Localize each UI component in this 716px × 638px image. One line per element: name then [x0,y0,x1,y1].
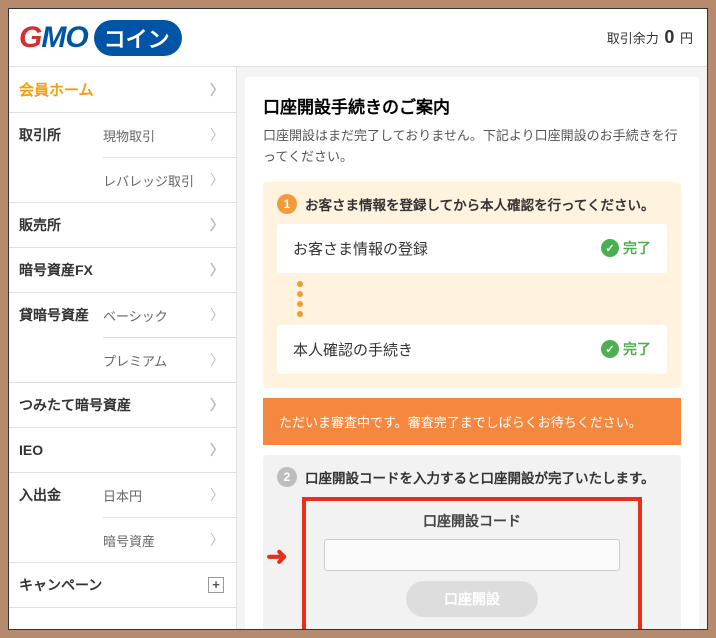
substep-label: 本人確認の手続き [293,339,413,360]
substep-label: お客さま情報の登録 [293,238,428,259]
sidebar: 会員ホーム 〉 取引所 現物取引 〉 レバレッジ取引 〉 [9,67,237,629]
sidebar-item-sales[interactable]: 販売所 〉 [9,203,236,248]
open-account-button[interactable]: 口座開設 [406,581,538,617]
sidebar-item-exchange[interactable]: 取引所 [9,113,103,202]
sidebar-sub-spot[interactable]: 現物取引 〉 [103,113,236,158]
sidebar-item-campaign[interactable]: キャンペーン + [9,563,236,608]
code-entry-highlight: ➜ 口座開設コード 口座開設 [302,497,642,629]
sidebar-item-label: 取引所 [19,125,61,145]
status-text: 完了 [623,238,651,258]
step-2-header: 2 口座開設コードを入力すると口座開設が完了いたします。 [277,467,667,487]
step-number-badge: 2 [277,467,297,487]
step-connector-dots-icon [277,273,667,325]
balance-unit: 円 [680,31,693,46]
sidebar-item-tsumitate[interactable]: つみたて暗号資産 〉 [9,383,236,428]
chevron-right-icon: 〉 [210,215,224,235]
account-code-input[interactable] [324,539,620,571]
status-text: 完了 [623,339,651,359]
chevron-right-icon: 〉 [210,440,224,460]
review-notice: ただいま審査中です。審査完了までしばらくお待ちください。 [263,398,681,445]
sidebar-item-lend[interactable]: 貸暗号資産 [9,293,103,382]
chevron-right-icon: 〉 [210,125,224,145]
sidebar-item-deposit[interactable]: 入出金 [9,473,103,562]
sidebar-sub-label: ベーシック [103,306,168,325]
substep-customer-info[interactable]: お客さま情報の登録 ✓ 完了 [277,224,667,273]
sidebar-item-home[interactable]: 会員ホーム 〉 [9,67,236,113]
panel-title: 口座開設手続きのご案内 [263,93,681,118]
chevron-right-icon: 〉 [210,80,224,100]
sidebar-group-exchange: 取引所 現物取引 〉 レバレッジ取引 〉 [9,113,236,203]
sidebar-sub-premium[interactable]: プレミアム 〉 [103,338,236,382]
sidebar-sub-label: レバレッジ取引 [103,171,194,190]
logo[interactable]: GMO コイン [19,20,182,56]
sidebar-sub-basic[interactable]: ベーシック 〉 [103,293,236,338]
chevron-right-icon: 〉 [210,260,224,280]
sidebar-item-label: つみたて暗号資産 [19,395,131,415]
sidebar-sub-crypto[interactable]: 暗号資産 〉 [103,518,236,562]
sidebar-item-label: 暗号資産FX [19,260,93,280]
step-1-box: 1 お客さま情報を登録してから本人確認を行ってください。 お客さま情報の登録 ✓… [263,182,681,388]
chevron-right-icon: 〉 [210,350,224,370]
logo-coin: コイン [94,20,182,56]
body: 会員ホーム 〉 取引所 現物取引 〉 レバレッジ取引 〉 [9,67,707,629]
sidebar-group-deposit: 入出金 日本円 〉 暗号資産 〉 [9,473,236,563]
logo-text: GMO [19,21,88,55]
balance-value: 0 [664,27,674,47]
sidebar-item-label: キャンペーン [19,575,102,595]
step-2-box: 2 口座開設コードを入力すると口座開設が完了いたします。 ➜ 口座開設コード 口… [263,455,681,629]
substep-identity-verify[interactable]: 本人確認の手続き ✓ 完了 [277,325,667,374]
sidebar-sub-label: 現物取引 [103,126,155,145]
sidebar-sub-label: 暗号資産 [103,531,155,550]
check-icon: ✓ [601,239,619,257]
chevron-right-icon: 〉 [210,170,224,190]
arrow-right-icon: ➜ [266,541,288,572]
sidebar-sub-leverage[interactable]: レバレッジ取引 〉 [103,158,236,202]
chevron-right-icon: 〉 [210,395,224,415]
status-complete: ✓ 完了 [601,339,651,359]
check-icon: ✓ [601,340,619,358]
header: GMO コイン 取引余力 0 円 [9,9,707,67]
chevron-right-icon: 〉 [210,530,224,550]
sidebar-item-ieo[interactable]: IEO 〉 [9,428,236,473]
balance-label: 取引余力 [607,31,659,46]
sidebar-sub-label: プレミアム [103,351,167,370]
code-input-label: 口座開設コード [324,511,620,531]
step-2-title: 口座開設コードを入力すると口座開設が完了いたします。 [305,467,655,487]
step-1-title: お客さま情報を登録してから本人確認を行ってください。 [305,194,655,214]
account-opening-panel: 口座開設手続きのご案内 口座開設はまだ完了しておりません。下記より口座開設のお手… [245,77,699,629]
sidebar-item-label: 貸暗号資産 [19,305,89,325]
chevron-right-icon: 〉 [210,485,224,505]
sidebar-item-label: 会員ホーム [19,79,94,100]
sidebar-item-label: 入出金 [19,485,61,505]
app-window: GMO コイン 取引余力 0 円 会員ホーム 〉 取引所 現物取引 〉 [8,8,708,630]
step-number-badge: 1 [277,194,297,214]
main-content: 口座開設手続きのご案内 口座開設はまだ完了しておりません。下記より口座開設のお手… [237,67,707,629]
status-complete: ✓ 完了 [601,238,651,258]
sidebar-item-label: IEO [19,442,43,458]
sidebar-sub-label: 日本円 [103,486,142,505]
sidebar-sub-jpy[interactable]: 日本円 〉 [103,473,236,518]
sidebar-group-lend: 貸暗号資産 ベーシック 〉 プレミアム 〉 [9,293,236,383]
sidebar-item-label: 販売所 [19,215,61,235]
sidebar-item-cryptofx[interactable]: 暗号資産FX 〉 [9,248,236,293]
panel-description: 口座開設はまだ完了しておりません。下記より口座開設のお手続きを行ってください。 [263,126,681,168]
chevron-right-icon: 〉 [210,305,224,325]
trading-balance: 取引余力 0 円 [607,27,693,48]
step-1-header: 1 お客さま情報を登録してから本人確認を行ってください。 [277,194,667,214]
plus-icon: + [208,577,224,593]
